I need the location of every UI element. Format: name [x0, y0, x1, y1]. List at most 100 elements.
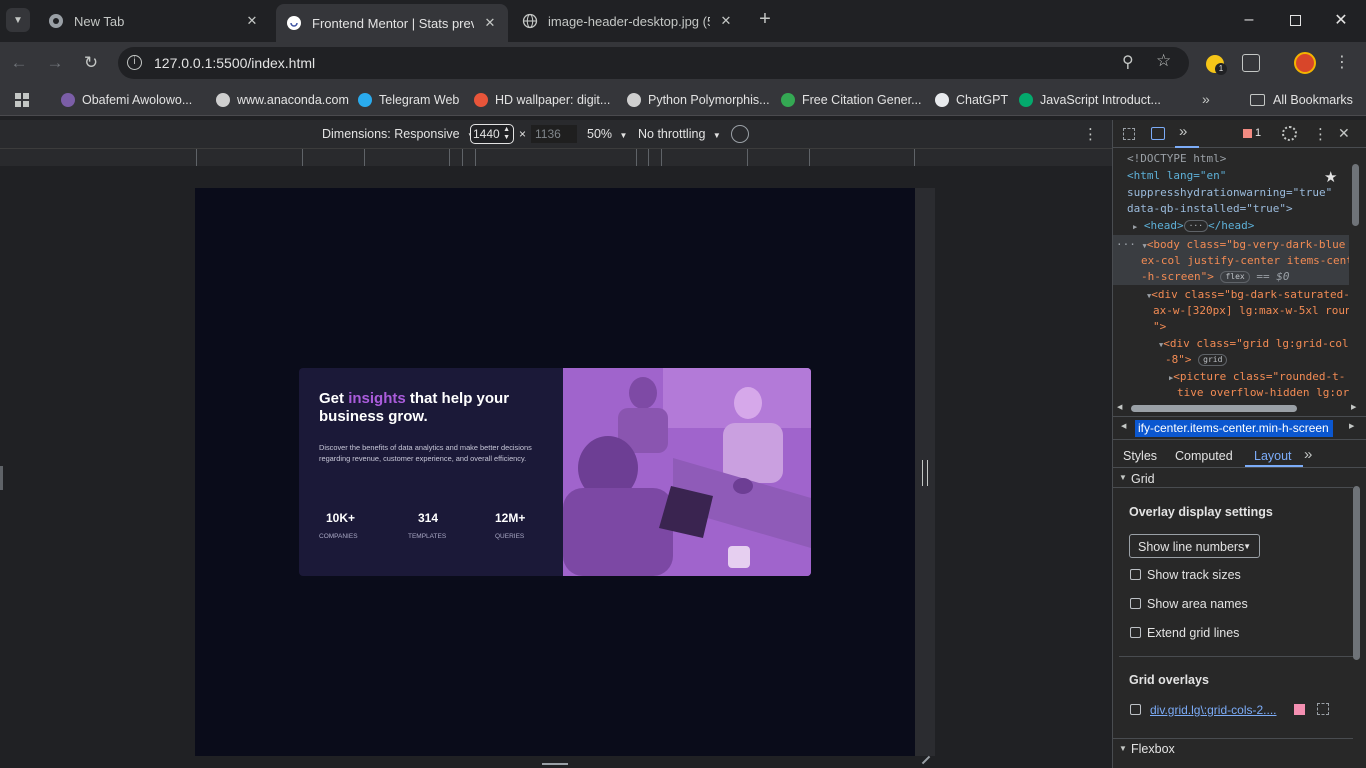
ruler-mark: [648, 149, 649, 167]
show-track-sizes-checkbox[interactable]: [1130, 569, 1141, 580]
elements-tree[interactable]: <!DOCTYPE html> <html lang="en" suppress…: [1113, 150, 1349, 400]
card-title-pre: Get: [319, 390, 349, 407]
more-panels-icon[interactable]: »: [1179, 123, 1187, 140]
new-tab-button[interactable]: +: [754, 8, 776, 32]
spinner-icon: ▲ ▼: [503, 126, 510, 141]
profile-avatar[interactable]: [1294, 52, 1316, 74]
bookmark-item[interactable]: www.anaconda.com: [216, 91, 349, 109]
bookmark-label: JavaScript Introduct...: [1040, 93, 1161, 107]
right-resize-handle[interactable]: [922, 460, 928, 486]
dollar-zero: == $0: [1256, 270, 1290, 283]
error-flag-icon[interactable]: [1243, 129, 1252, 138]
grid-overlay-link[interactable]: div.grid.lg\:grid-cols-2....: [1150, 703, 1282, 717]
close-icon[interactable]: ✕: [482, 15, 498, 31]
bookmark-item[interactable]: Obafemi Awolowo...: [61, 91, 192, 109]
dimensions-dropdown[interactable]: Dimensions: Responsive ▼: [322, 127, 475, 141]
stat-value: 10K+: [326, 511, 356, 525]
elements-horizontal-scrollbar[interactable]: [1131, 405, 1297, 412]
show-area-names-label: Show area names: [1147, 597, 1248, 611]
all-bookmarks-button[interactable]: All Bookmarks: [1250, 91, 1353, 109]
ruler-mark: [475, 149, 476, 167]
elements-vertical-scrollbar[interactable]: [1352, 164, 1359, 226]
close-devtools-icon[interactable]: ✕: [1338, 125, 1350, 142]
ruler-mark: [302, 149, 303, 167]
reload-icon: ↻: [83, 53, 99, 72]
apps-grid-icon[interactable]: [15, 93, 29, 107]
line-numbers-select[interactable]: Show line numbers ▼: [1129, 534, 1260, 558]
arrow-left-icon: ←: [10, 53, 28, 72]
forward-button[interactable]: →: [40, 48, 70, 78]
more-tabs-icon[interactable]: »: [1304, 446, 1312, 463]
overlay-color-swatch[interactable]: [1294, 704, 1305, 715]
extension-badge-icon[interactable]: 1: [1206, 55, 1227, 75]
settings-gear-icon[interactable]: [1282, 126, 1297, 141]
tab-layout[interactable]: Layout: [1254, 449, 1292, 463]
chrome-menu-button[interactable]: ⋮: [1334, 52, 1350, 74]
rotate-icon[interactable]: [727, 121, 753, 147]
site-info-icon[interactable]: i: [127, 55, 142, 70]
extensions-icon[interactable]: [1242, 54, 1260, 72]
devtools-menu-icon[interactable]: ⋮: [1313, 125, 1328, 143]
close-window-button[interactable]: ✕: [1318, 0, 1364, 40]
bookmark-item[interactable]: Telegram Web: [358, 91, 459, 109]
bookmark-item[interactable]: JavaScript Introduct...: [1019, 91, 1161, 109]
highlight-node-icon[interactable]: [1317, 703, 1329, 715]
grid-section-header[interactable]: ▼ Grid: [1113, 470, 1353, 488]
throttling-dropdown[interactable]: No throttling ▼: [638, 127, 721, 141]
more-bookmarks-button[interactable]: »: [1202, 91, 1210, 107]
ruler-mark: [636, 149, 637, 167]
left-resize-handle[interactable]: [0, 466, 3, 490]
bottom-resize-handle[interactable]: [542, 763, 568, 765]
div-line-3: ">: [1153, 320, 1166, 336]
flexbox-section-header[interactable]: ▼ Flexbox: [1113, 738, 1353, 758]
device-toggle-icon[interactable]: [1151, 127, 1165, 140]
bookmark-label: HD wallpaper: digit...: [495, 93, 611, 107]
back-button[interactable]: ←: [4, 48, 34, 78]
scroll-left-icon[interactable]: ◀: [1117, 403, 1122, 411]
ellipsis-badge[interactable]: ···: [1183, 220, 1209, 232]
breadcrumb-right-icon[interactable]: ▶: [1349, 422, 1354, 430]
reload-button[interactable]: ↻: [76, 48, 106, 78]
close-icon[interactable]: ✕: [718, 13, 734, 29]
scroll-right-icon[interactable]: ▶: [1351, 403, 1356, 411]
extend-grid-lines-checkbox[interactable]: [1130, 627, 1141, 638]
show-area-names-checkbox[interactable]: [1130, 598, 1141, 609]
width-input[interactable]: 1440 ▲ ▼: [470, 124, 514, 144]
grid-badge[interactable]: grid: [1198, 354, 1228, 366]
media-query-ruler[interactable]: [0, 148, 1112, 167]
device-toolbar-menu-button[interactable]: ⋮: [1083, 125, 1098, 143]
accessibility-icon[interactable]: ★: [1324, 168, 1337, 186]
breadcrumb-bar: ◀ ify-center.items-center.min-h-screen ▶: [1113, 416, 1366, 440]
bookmark-item[interactable]: HD wallpaper: digit...: [474, 91, 610, 109]
tab-styles[interactable]: Styles: [1123, 449, 1157, 463]
tab-image-header[interactable]: image-header-desktop.jpg (540 ✕: [512, 6, 744, 36]
throttling-label: No throttling: [638, 127, 706, 141]
address-bar[interactable]: i 127.0.0.1:5500/index.html ⚲ ☆: [118, 47, 1189, 79]
flex-badge[interactable]: flex: [1220, 271, 1250, 283]
zoom-icon[interactable]: ⚲: [1122, 52, 1134, 72]
layout-pane-scrollbar[interactable]: [1353, 486, 1360, 660]
bookmark-item[interactable]: ChatGPT: [935, 91, 1008, 109]
zoom-dropdown[interactable]: 50% ▼: [587, 127, 627, 141]
inspect-element-icon[interactable]: [1123, 128, 1135, 140]
tab-search-button[interactable]: ▼: [6, 8, 30, 32]
corner-resize-handle[interactable]: [921, 755, 931, 765]
tab-new-tab[interactable]: New Tab ✕: [38, 6, 270, 36]
bookmark-item[interactable]: Free Citation Gener...: [781, 91, 922, 109]
tab-frontend-mentor[interactable]: Frontend Mentor | Stats preview ✕: [276, 4, 508, 42]
close-icon[interactable]: ✕: [244, 13, 260, 29]
maximize-button[interactable]: [1272, 0, 1318, 40]
star-icon[interactable]: ☆: [1156, 51, 1171, 71]
caret-down-icon: ▼: [1243, 542, 1251, 551]
head-line[interactable]: ▶ <head> ··· </head>: [1133, 219, 1254, 235]
breadcrumb[interactable]: ify-center.items-center.min-h-screen: [1135, 420, 1333, 437]
bookmark-item[interactable]: Python Polymorphis...: [627, 91, 770, 109]
grid-overlay-checkbox[interactable]: [1130, 704, 1141, 715]
tab-computed[interactable]: Computed: [1175, 449, 1233, 463]
grid-div-tag: <div class="grid lg:grid-col: [1163, 337, 1349, 350]
minimize-button[interactable]: –: [1226, 0, 1272, 40]
breadcrumb-left-icon[interactable]: ◀: [1121, 422, 1126, 430]
tab-strip: ▼ New Tab ✕ Frontend Mentor | Stats prev…: [0, 0, 1366, 42]
bookmark-label: Obafemi Awolowo...: [82, 93, 193, 107]
height-input[interactable]: 1136: [531, 125, 577, 143]
